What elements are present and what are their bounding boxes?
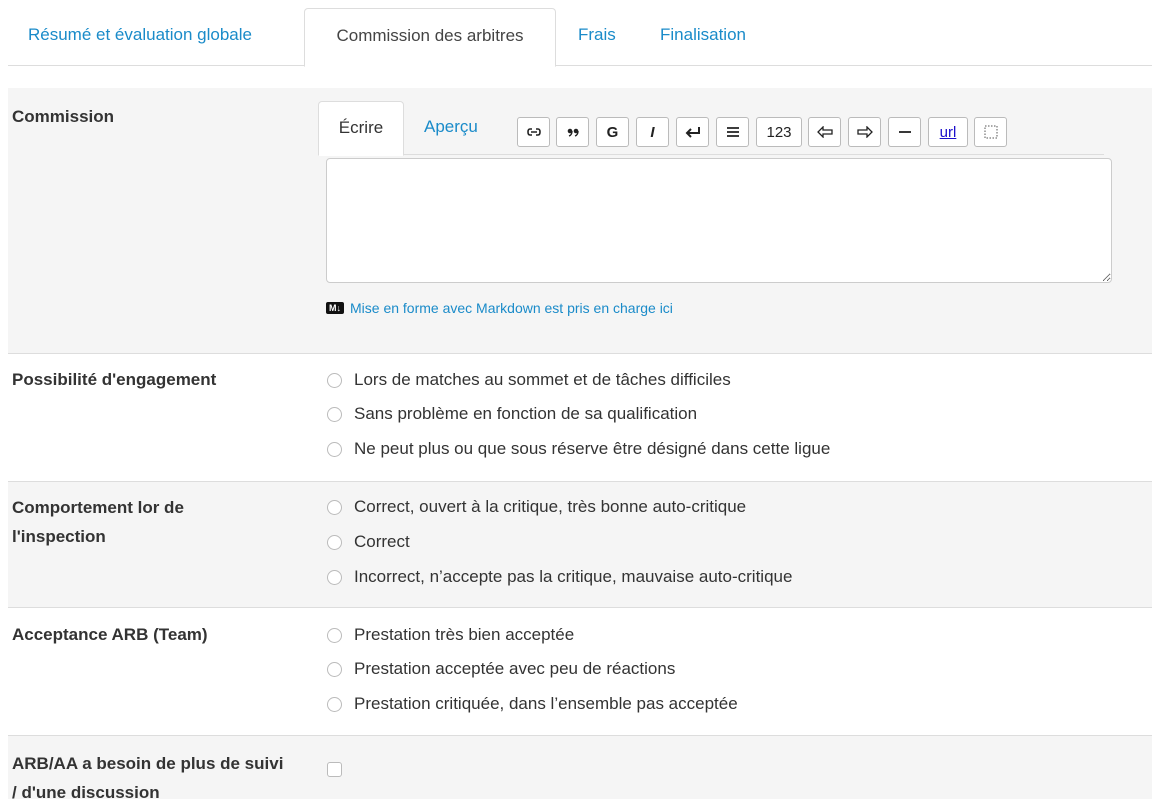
return-arrow-icon	[685, 127, 700, 138]
followup-label: ARB/AA a besoin de plus de suivi / d'une…	[12, 754, 284, 802]
behavior-option[interactable]: Incorrect, n’accepte pas la critique, ma…	[327, 564, 792, 590]
url-button[interactable]: url	[928, 117, 968, 147]
bold-button[interactable]: G	[596, 117, 629, 147]
tab-finalisation[interactable]: Finalisation	[660, 8, 746, 66]
tab-frais[interactable]: Frais	[578, 8, 616, 66]
link-button[interactable]	[517, 117, 550, 147]
quote-button[interactable]	[556, 117, 589, 147]
behavior-option[interactable]: Correct, ouvert à la critique, très bonn…	[327, 494, 746, 520]
radio-button[interactable]	[327, 534, 342, 550]
dotted-box-icon	[984, 125, 997, 139]
image-button[interactable]	[974, 117, 1007, 147]
quote-icon	[567, 128, 579, 137]
behavior-option[interactable]: Correct	[327, 529, 410, 555]
acceptance-option-label: Prestation critiquée, dans l’ensemble pa…	[354, 694, 738, 713]
engagement-option-label: Ne peut plus ou que sous réserve être dé…	[354, 439, 831, 458]
link-icon	[526, 128, 541, 136]
commission-label: Commission	[12, 107, 115, 126]
top-tab-bar: Résumé et évaluation globale Commission …	[8, 8, 1152, 67]
arrow-left-icon	[816, 126, 833, 138]
engagement-option-label: Sans problème en fonction de sa qualific…	[354, 404, 698, 423]
acceptance-option[interactable]: Prestation critiquée, dans l’ensemble pa…	[327, 691, 738, 717]
acceptance-option-label: Prestation très bien acceptée	[354, 625, 575, 644]
radio-button[interactable]	[327, 569, 342, 585]
list-button[interactable]	[716, 117, 749, 147]
indent-button[interactable]	[848, 117, 881, 147]
behavior-option-label: Correct	[354, 532, 410, 551]
radio-button[interactable]	[327, 406, 342, 422]
arrow-right-icon	[856, 126, 873, 138]
italic-button[interactable]: I	[636, 117, 669, 147]
editor-tab-preview[interactable]: Aperçu	[424, 101, 478, 155]
editor-tab-write[interactable]: Écrire	[318, 101, 404, 156]
radio-button[interactable]	[327, 441, 342, 457]
engagement-option[interactable]: Lors de matches au sommet et de tâches d…	[327, 367, 731, 393]
line-break-button[interactable]	[676, 117, 709, 147]
dash-icon	[898, 131, 911, 133]
tab-commission-des-arbitres[interactable]: Commission des arbitres	[304, 8, 556, 67]
numbered-list-button[interactable]: 123	[756, 117, 802, 147]
acceptance-label: Acceptance ARB (Team)	[12, 625, 208, 644]
engagement-option[interactable]: Ne peut plus ou que sous réserve être dé…	[327, 436, 830, 462]
engagement-option-label: Lors de matches au sommet et de tâches d…	[354, 370, 731, 389]
horizontal-rule-button[interactable]	[888, 117, 921, 147]
radio-button[interactable]	[327, 372, 342, 388]
acceptance-option-label: Prestation acceptée avec peu de réaction…	[354, 659, 676, 678]
radio-button[interactable]	[327, 696, 342, 712]
followup-checkbox[interactable]	[327, 762, 342, 777]
acceptance-option[interactable]: Prestation très bien acceptée	[327, 622, 574, 648]
engagement-option[interactable]: Sans problème en fonction de sa qualific…	[327, 401, 697, 427]
radio-button[interactable]	[327, 499, 342, 515]
behavior-label: Comportement lor de l'inspection	[12, 498, 184, 546]
radio-button[interactable]	[327, 627, 342, 643]
acceptance-option[interactable]: Prestation acceptée avec peu de réaction…	[327, 656, 675, 682]
behavior-option-label: Incorrect, n’accepte pas la critique, ma…	[354, 567, 793, 586]
list-icon	[726, 127, 739, 137]
behavior-option-label: Correct, ouvert à la critique, très bonn…	[354, 497, 747, 516]
markdown-note[interactable]: M↓ Mise en forme avec Markdown est pris …	[326, 300, 673, 316]
markdown-note-text[interactable]: Mise en forme avec Markdown est pris en …	[350, 300, 673, 316]
engagement-label: Possibilité d'engagement	[12, 370, 217, 389]
markdown-icon: M↓	[326, 302, 344, 314]
outdent-button[interactable]	[808, 117, 841, 147]
commission-textarea[interactable]	[326, 158, 1112, 283]
tab-resume[interactable]: Résumé et évaluation globale	[8, 8, 272, 66]
radio-button[interactable]	[327, 661, 342, 677]
